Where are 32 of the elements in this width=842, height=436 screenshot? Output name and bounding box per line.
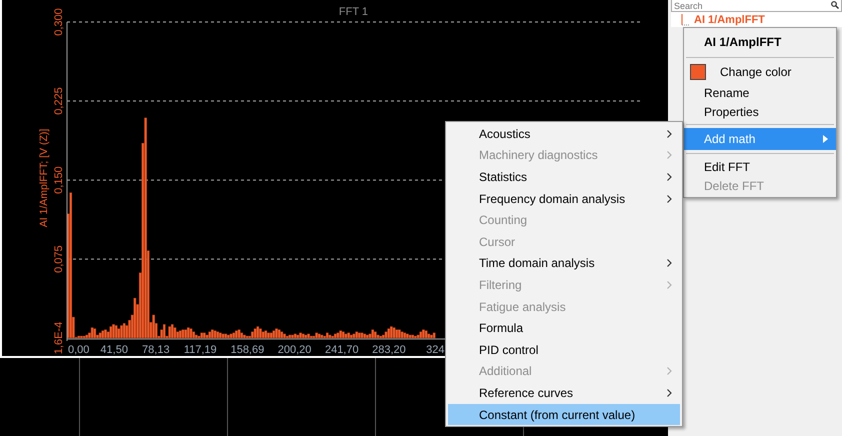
y-tick-label: 0,300 bbox=[53, 8, 65, 36]
chart-title: FFT 1 bbox=[338, 6, 368, 18]
y-tick-label: 0,075 bbox=[53, 245, 65, 273]
menu-item[interactable]: Time domain analysis bbox=[446, 252, 682, 274]
x-tick-label: 283,20 bbox=[372, 344, 406, 356]
x-tick-label: 158,69 bbox=[230, 344, 264, 356]
x-tick-label: 78,13 bbox=[142, 344, 170, 356]
x-tick-label: 200,20 bbox=[278, 344, 312, 356]
y-tick-label: 0,150 bbox=[53, 166, 65, 194]
menu-item[interactable]: Acoustics bbox=[446, 123, 682, 145]
menu-item[interactable]: Frequency domain analysis bbox=[446, 188, 682, 210]
y-tick-label: 0,225 bbox=[53, 87, 65, 115]
search-field[interactable]: Search bbox=[671, 0, 842, 12]
menu-item[interactable]: Reference curves bbox=[446, 382, 682, 404]
menu-title: AI 1/AmplFFT bbox=[703, 34, 782, 51]
search-icon bbox=[831, 1, 839, 9]
x-tick-label: 41,50 bbox=[100, 344, 128, 356]
menu-item[interactable]: Constant (from current value) bbox=[448, 404, 680, 426]
menu-item[interactable]: Rename bbox=[684, 83, 836, 102]
menu-item[interactable]: Edit FFT bbox=[684, 157, 836, 176]
x-tick-label: 241,70 bbox=[324, 344, 359, 356]
menu-item[interactable]: Formula bbox=[446, 317, 682, 339]
x-tick-label: 0,00 bbox=[68, 344, 90, 356]
menu-item[interactable]: Change color bbox=[684, 61, 836, 83]
x-tick-label: 324 bbox=[426, 344, 445, 356]
y-tick-label: 1,6E-4 bbox=[53, 322, 65, 354]
channel-name: AI 1/AmplFFT bbox=[694, 14, 765, 26]
menu-item[interactable]: Properties bbox=[684, 102, 836, 121]
x-tick-label: 117,19 bbox=[184, 344, 217, 356]
menu-item[interactable]: PID control bbox=[446, 338, 682, 361]
menu-item[interactable]: Statistics bbox=[446, 166, 682, 188]
y-axis-title: AI 1/AmplFFT; [V (Z)] bbox=[38, 128, 50, 228]
